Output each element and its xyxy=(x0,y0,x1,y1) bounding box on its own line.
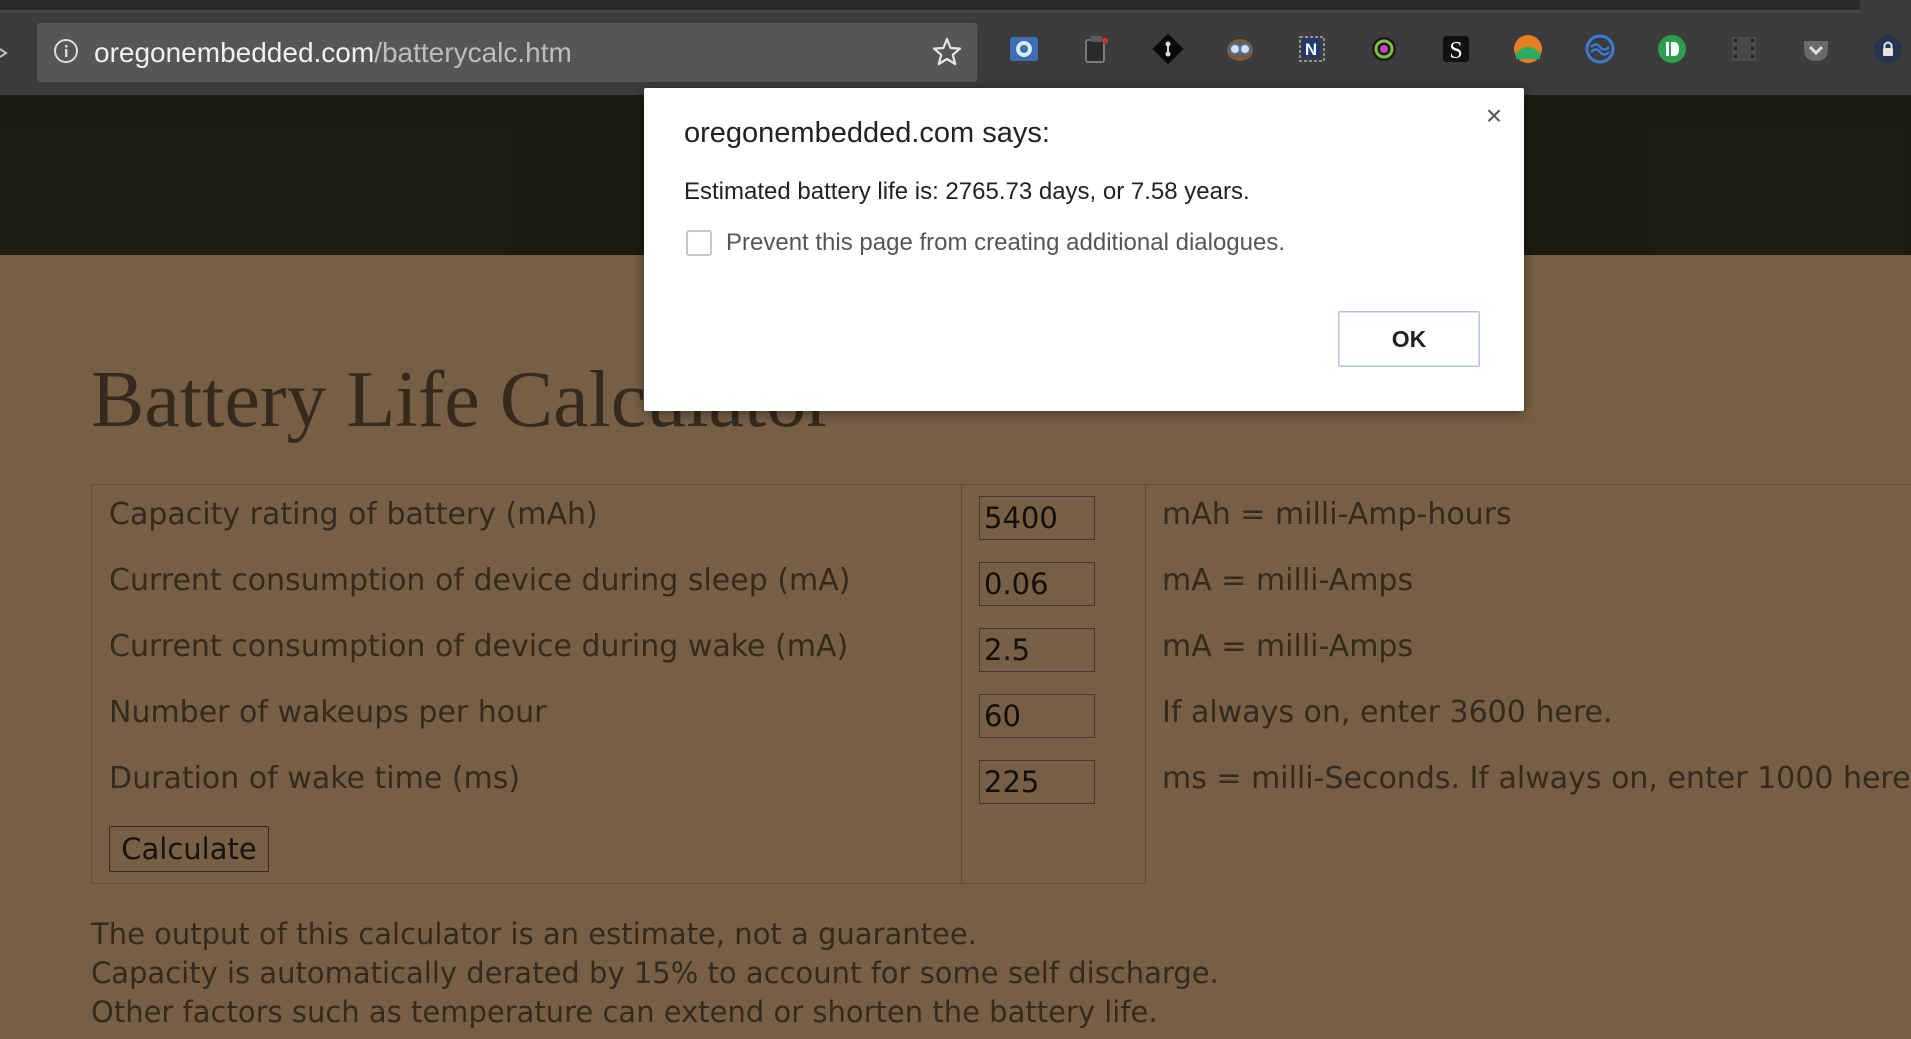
stylish-icon[interactable]: S xyxy=(1440,33,1472,65)
close-icon[interactable]: × xyxy=(1480,102,1508,130)
tab-strip-edge xyxy=(0,10,1860,13)
dialog-title: oregonembedded.com says: xyxy=(684,117,1050,149)
svg-text:N: N xyxy=(1305,40,1317,59)
sync-icon[interactable] xyxy=(1584,33,1616,65)
onenote-clipper-icon[interactable]: N xyxy=(1296,33,1328,65)
bookmark-star-icon[interactable] xyxy=(931,36,963,68)
alert-dialog: oregonembedded.com says: × Estimated bat… xyxy=(644,88,1524,411)
reload-icon[interactable] xyxy=(0,40,10,66)
dialog-message: Estimated battery life is: 2765.73 days,… xyxy=(684,178,1250,205)
info-icon[interactable] xyxy=(53,38,79,64)
rocket-icon[interactable] xyxy=(1512,33,1544,65)
color-picker-icon[interactable] xyxy=(1368,33,1400,65)
lastpass-icon[interactable] xyxy=(1872,33,1904,65)
svg-text:S: S xyxy=(1449,38,1462,64)
ok-button[interactable]: OK xyxy=(1338,311,1480,367)
url-path: /batterycalc.htm xyxy=(374,37,572,68)
git-icon[interactable] xyxy=(1152,33,1184,65)
address-bar[interactable]: oregonembedded.com/batterycalc.htm xyxy=(37,23,977,82)
url-text[interactable]: oregonembedded.com/batterycalc.htm xyxy=(94,37,572,69)
prevent-dialogs-label[interactable]: Prevent this page from creating addition… xyxy=(726,229,1285,257)
url-domain: oregonembedded.com xyxy=(94,37,375,68)
pocket-icon[interactable] xyxy=(1800,33,1832,65)
prevent-dialogs-checkbox[interactable] xyxy=(686,230,712,256)
owl-icon[interactable] xyxy=(1224,33,1256,65)
screencast-icon[interactable] xyxy=(1008,33,1040,65)
browser-toolbar: oregonembedded.com/batterycalc.htm N S xyxy=(0,0,1911,95)
clipboard-icon[interactable] xyxy=(1080,33,1112,65)
film-icon[interactable] xyxy=(1728,33,1760,65)
pushbullet-icon[interactable] xyxy=(1656,33,1688,65)
